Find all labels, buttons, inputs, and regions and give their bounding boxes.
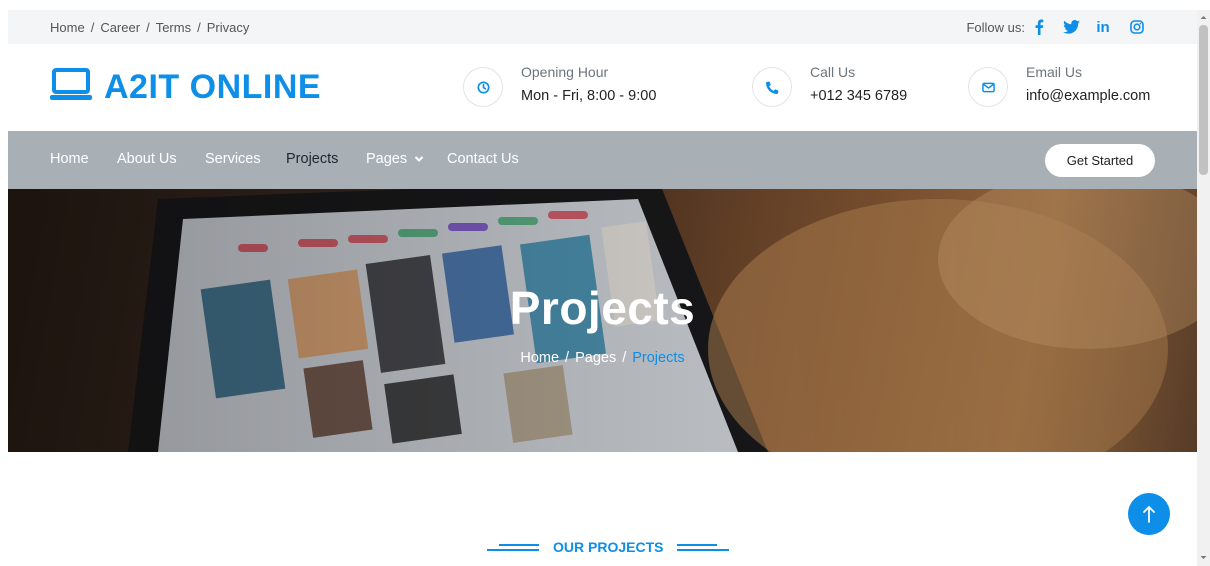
hours-value: Mon - Fri, 8:00 - 9:00 (521, 88, 657, 104)
phone-icon (752, 67, 792, 107)
brand-name: A2IT ONLINE (104, 68, 322, 106)
page-title: Projects (509, 282, 696, 334)
facebook-icon[interactable] (1028, 16, 1050, 38)
page-scrollbar[interactable] (1197, 10, 1210, 566)
get-started-button[interactable]: Get Started (1045, 144, 1155, 177)
clock-icon (463, 67, 503, 107)
section-heading: OUR PROJECTS (487, 539, 730, 555)
top-bar: Home / Career / Terms / Privacy Follow us: in (8, 10, 1197, 44)
envelope-icon (968, 67, 1008, 107)
scroll-thumb[interactable] (1199, 25, 1208, 175)
call-us: Call Us +012 345 6789 (752, 64, 907, 107)
scroll-down-arrow-icon[interactable] (1197, 553, 1210, 563)
separator: / (197, 20, 201, 35)
arrow-up-icon (1143, 505, 1155, 523)
nav-item-services[interactable]: Services (205, 151, 261, 167)
call-value[interactable]: +012 345 6789 (810, 88, 907, 104)
section-title-text: OUR PROJECTS (553, 539, 664, 555)
top-link-home[interactable]: Home (50, 20, 85, 35)
top-link-terms[interactable]: Terms (156, 20, 191, 35)
nav-item-about-us[interactable]: About Us (117, 151, 177, 167)
top-link-career[interactable]: Career (100, 20, 140, 35)
heading-decoration (487, 543, 539, 551)
call-label: Call Us (810, 64, 856, 80)
brand-logo[interactable]: A2IT ONLINE (50, 68, 321, 107)
hours-label: Opening Hour (521, 64, 609, 80)
separator: / (146, 20, 150, 35)
nav-item-pages[interactable]: Pages (366, 151, 424, 167)
top-link-privacy[interactable]: Privacy (207, 20, 250, 35)
instagram-icon[interactable] (1126, 16, 1148, 38)
top-links: Home / Career / Terms / Privacy (50, 20, 249, 35)
breadcrumb-current: Projects (632, 350, 685, 366)
chevron-down-icon (414, 156, 424, 162)
scroll-up-arrow-icon[interactable] (1197, 12, 1210, 22)
opening-hours: Opening Hour Mon - Fri, 8:00 - 9:00 (463, 64, 656, 107)
laptop-icon (50, 68, 92, 107)
nav-item-projects[interactable]: Projects (286, 151, 338, 167)
nav-item-contact-us[interactable]: Contact Us (447, 151, 519, 167)
separator: / (622, 350, 627, 366)
nav-item-home[interactable]: Home (50, 151, 89, 167)
separator: / (90, 20, 95, 35)
separator: / (565, 350, 570, 366)
breadcrumb-pages[interactable]: Pages (575, 350, 616, 366)
breadcrumb: Home / Pages / Projects (8, 350, 1197, 366)
linkedin-icon[interactable]: in (1092, 16, 1114, 38)
email-us: Email Us info@example.com (968, 64, 1150, 107)
breadcrumb-home[interactable]: Home (520, 350, 559, 366)
back-to-top-button[interactable] (1128, 493, 1170, 535)
heading-decoration (677, 543, 730, 551)
email-value[interactable]: info@example.com (1026, 88, 1150, 104)
follow-label: Follow us: (966, 20, 1025, 35)
site-header: A2IT ONLINE Opening Hour Mon - Fri, 8:00… (8, 44, 1197, 131)
twitter-icon[interactable] (1060, 16, 1082, 38)
main-nav: Home About Us Services Projects Pages Co… (8, 131, 1197, 189)
nav-item-pages-label: Pages (366, 151, 408, 167)
email-label: Email Us (1026, 64, 1083, 80)
page-hero: Projects Home / Pages / Projects (8, 189, 1197, 452)
